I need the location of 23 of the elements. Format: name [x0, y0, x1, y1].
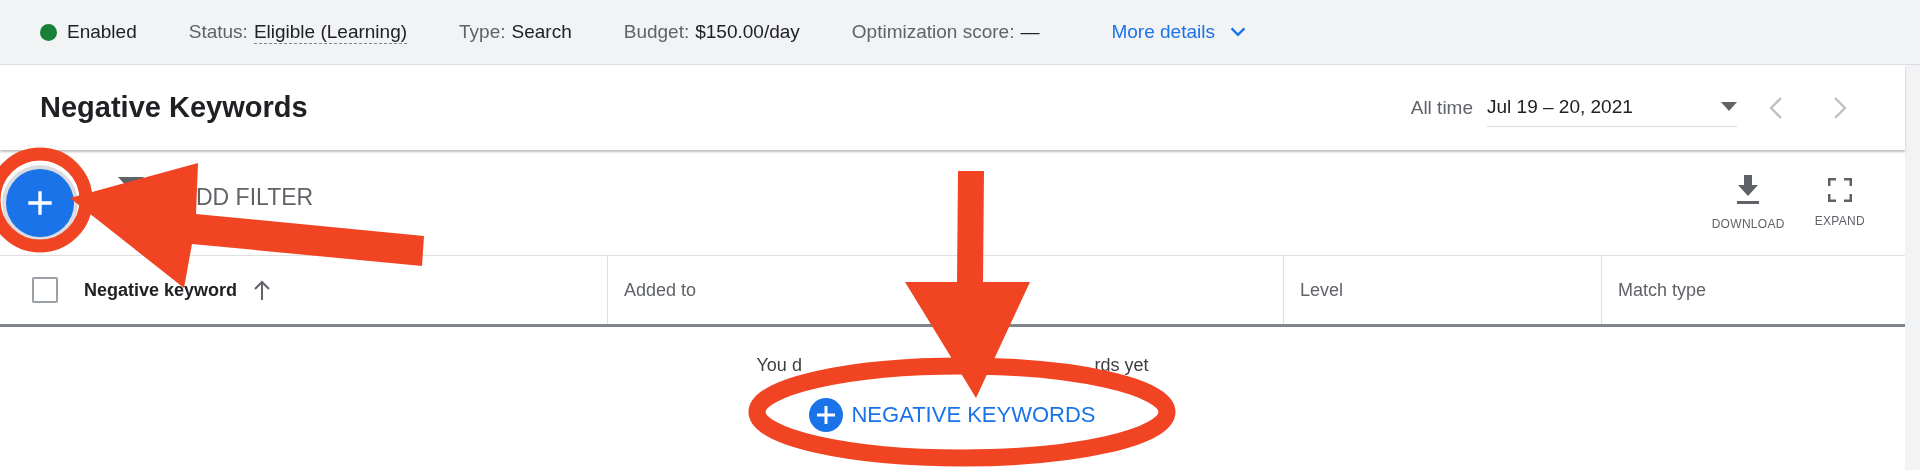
more-details-link[interactable]: More details	[1111, 21, 1215, 43]
field-value: —	[1020, 21, 1040, 43]
status-text: Enabled	[67, 21, 137, 43]
field-value: $150.00/day	[695, 21, 800, 43]
download-button[interactable]: DOWNLOAD	[1711, 174, 1785, 231]
add-negative-keywords-button[interactable]: NEGATIVE KEYWORDS	[809, 398, 1096, 432]
page-title: Negative Keywords	[40, 91, 308, 124]
column-header[interactable]: Added to	[624, 279, 697, 301]
empty-message: rds yet	[1094, 355, 1149, 376]
column-header[interactable]: Level	[1300, 279, 1344, 301]
field-label: Status:	[188, 20, 248, 44]
add-filter-button[interactable]: DD FILTER	[196, 184, 314, 211]
field-label: Optimization score:	[851, 21, 1015, 43]
column-header[interactable]: Match type	[1618, 279, 1707, 301]
expand-button[interactable]: EXPAND	[1814, 177, 1865, 228]
date-range-dropdown[interactable]: Jul 19 – 20, 2021	[1487, 88, 1737, 127]
empty-message: You d	[756, 355, 802, 376]
field-value: Eligible (Learning)	[253, 20, 408, 44]
column-header[interactable]: Negative keyword	[84, 279, 238, 301]
field-label: Type:	[459, 21, 506, 43]
date-range-label: All time	[1410, 96, 1473, 119]
field-value: Search	[511, 21, 572, 43]
field-label: Budget:	[623, 21, 690, 43]
